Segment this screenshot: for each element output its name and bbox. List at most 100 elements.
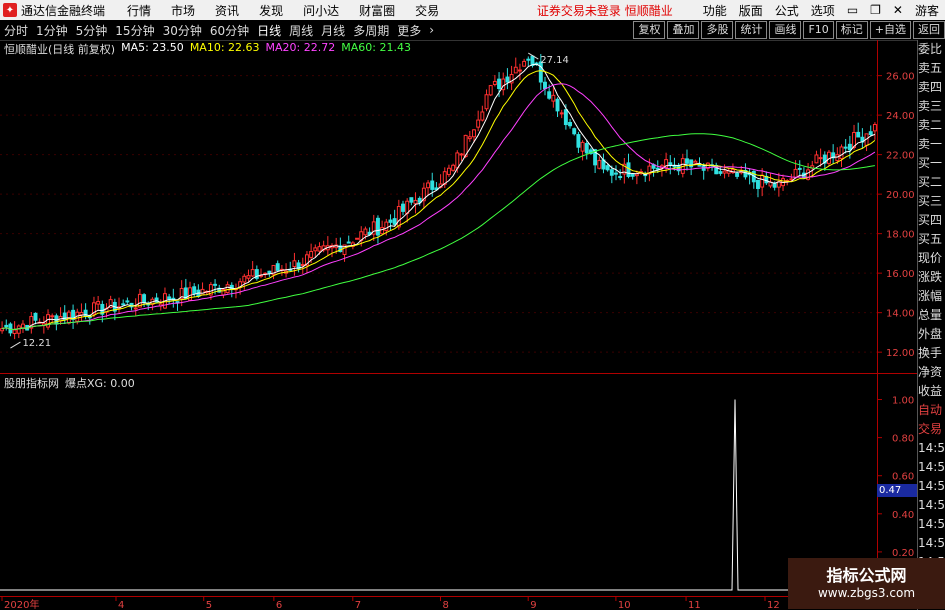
candlestick-chart[interactable]: 27.14 12.21 bbox=[0, 40, 877, 372]
period-more[interactable]: 更多 bbox=[397, 22, 421, 39]
side-panel-item: 换手 bbox=[918, 346, 943, 360]
side-panel-item: 卖四 bbox=[918, 80, 943, 94]
side-panel-item: 14:56 bbox=[918, 460, 945, 474]
candle bbox=[576, 131, 581, 154]
side-panel-item[interactable]: 交易 bbox=[918, 420, 945, 439]
candle bbox=[588, 147, 593, 155]
f10-button[interactable]: F10 bbox=[803, 21, 834, 39]
stats-button[interactable]: 统计 bbox=[735, 21, 768, 39]
menu-trade[interactable]: 交易 bbox=[415, 2, 439, 19]
menu-formula[interactable]: 公式 bbox=[775, 2, 799, 19]
login-alert[interactable]: 证券交易未登录 恒顺醋业 bbox=[537, 2, 673, 19]
period-30min[interactable]: 30分钟 bbox=[163, 22, 202, 39]
candle bbox=[689, 159, 694, 176]
user-label[interactable]: 游客 bbox=[915, 2, 939, 19]
side-panel-item: 涨幅 bbox=[918, 289, 943, 303]
menu-discover[interactable]: 发现 bbox=[259, 2, 283, 19]
minimize-icon[interactable]: ▭ bbox=[847, 3, 858, 17]
side-panel-item: 14:56 bbox=[918, 479, 945, 493]
ma20-line bbox=[1, 83, 876, 331]
period-5min[interactable]: 5分钟 bbox=[76, 22, 108, 39]
menu-quotes[interactable]: 行情 bbox=[127, 2, 151, 19]
period-multi[interactable]: 多周期 bbox=[353, 22, 389, 39]
menu-options[interactable]: 选项 bbox=[811, 2, 835, 19]
candle bbox=[16, 324, 21, 339]
side-panel-item: 委比 bbox=[918, 42, 943, 56]
watermark-title: 指标公式网 bbox=[826, 566, 907, 585]
side-panel-item: 卖二 bbox=[918, 118, 943, 132]
candle bbox=[872, 122, 877, 140]
candle bbox=[726, 168, 731, 177]
candle bbox=[4, 319, 9, 331]
adjust-button[interactable]: 复权 bbox=[633, 21, 666, 39]
indicator-tick-label: 0.60 bbox=[892, 472, 914, 483]
candle bbox=[421, 182, 426, 209]
menu-market[interactable]: 市场 bbox=[171, 2, 195, 19]
high-label: 27.14 bbox=[540, 55, 569, 66]
back-button[interactable]: 返回 bbox=[913, 21, 945, 39]
candle bbox=[162, 287, 167, 310]
period-15min[interactable]: 15分钟 bbox=[115, 22, 154, 39]
side-panel-item: 外盘 bbox=[918, 327, 943, 341]
candle bbox=[58, 307, 63, 325]
side-panel-item: 总量 bbox=[918, 308, 943, 322]
candle bbox=[634, 170, 639, 185]
menu-layout[interactable]: 版面 bbox=[739, 2, 763, 19]
candle bbox=[467, 130, 472, 142]
restore-icon[interactable]: ❐ bbox=[870, 3, 881, 17]
candle bbox=[0, 321, 5, 334]
watermark: 指标公式网 www.zbgs3.com bbox=[788, 558, 945, 609]
indicator-current-value: 0.47 bbox=[877, 484, 917, 497]
period-weekly[interactable]: 周线 bbox=[289, 22, 313, 39]
mark-button[interactable]: 标记 bbox=[835, 21, 868, 39]
price-tick-label: 24.00 bbox=[886, 111, 915, 122]
side-panel-item: 卖一 bbox=[918, 137, 943, 151]
chevron-right-icon[interactable]: › bbox=[429, 23, 434, 37]
candle bbox=[434, 182, 439, 191]
menu-ask[interactable]: 问小达 bbox=[303, 2, 339, 19]
candle bbox=[597, 156, 602, 170]
period-daily[interactable]: 日线 bbox=[257, 22, 281, 39]
indicator-line bbox=[0, 399, 877, 591]
period-monthly[interactable]: 月线 bbox=[321, 22, 345, 39]
side-panel-item: 买三 bbox=[918, 194, 943, 208]
app-logo-icon: ✦ bbox=[3, 3, 17, 17]
menu-news[interactable]: 资讯 bbox=[215, 2, 239, 19]
candle bbox=[380, 220, 385, 235]
side-panel-item[interactable]: 自动 bbox=[918, 401, 945, 420]
period-60min[interactable]: 60分钟 bbox=[210, 22, 249, 39]
candle bbox=[21, 320, 25, 333]
candle bbox=[860, 128, 865, 149]
period-1min[interactable]: 1分钟 bbox=[36, 22, 68, 39]
menu-bar: ✦ 通达信金融终端 行情 市场 资讯 发现 问小达 财富圈 交易 证券交易未登录… bbox=[0, 0, 945, 20]
candle bbox=[484, 89, 489, 112]
candle bbox=[668, 155, 673, 175]
price-tick-label: 26.00 bbox=[886, 72, 915, 83]
candle bbox=[492, 74, 497, 87]
candle bbox=[622, 157, 627, 184]
candle bbox=[129, 302, 134, 311]
candle bbox=[29, 312, 34, 334]
draw-button[interactable]: 画线 bbox=[769, 21, 802, 39]
candle bbox=[233, 283, 238, 299]
candle bbox=[325, 236, 330, 256]
candle bbox=[275, 260, 280, 271]
multi-stock-button[interactable]: 多股 bbox=[701, 21, 734, 39]
candle bbox=[392, 209, 397, 227]
candle bbox=[530, 55, 535, 68]
close-icon[interactable]: ✕ bbox=[893, 3, 903, 17]
menu-wealth[interactable]: 财富圈 bbox=[359, 2, 395, 19]
candle bbox=[480, 105, 485, 122]
candle bbox=[71, 304, 76, 329]
period-intraday[interactable]: 分时 bbox=[4, 22, 28, 39]
candle bbox=[555, 97, 560, 118]
menu-functions[interactable]: 功能 bbox=[703, 2, 727, 19]
overlay-button[interactable]: 叠加 bbox=[667, 21, 700, 39]
price-tick-label: 12.00 bbox=[886, 348, 915, 359]
indicator-chart[interactable] bbox=[0, 374, 877, 596]
add-watchlist-button[interactable]: +自选 bbox=[869, 21, 911, 39]
candle bbox=[797, 160, 802, 176]
candle bbox=[355, 237, 360, 240]
candle bbox=[517, 63, 522, 81]
candle bbox=[125, 297, 130, 304]
